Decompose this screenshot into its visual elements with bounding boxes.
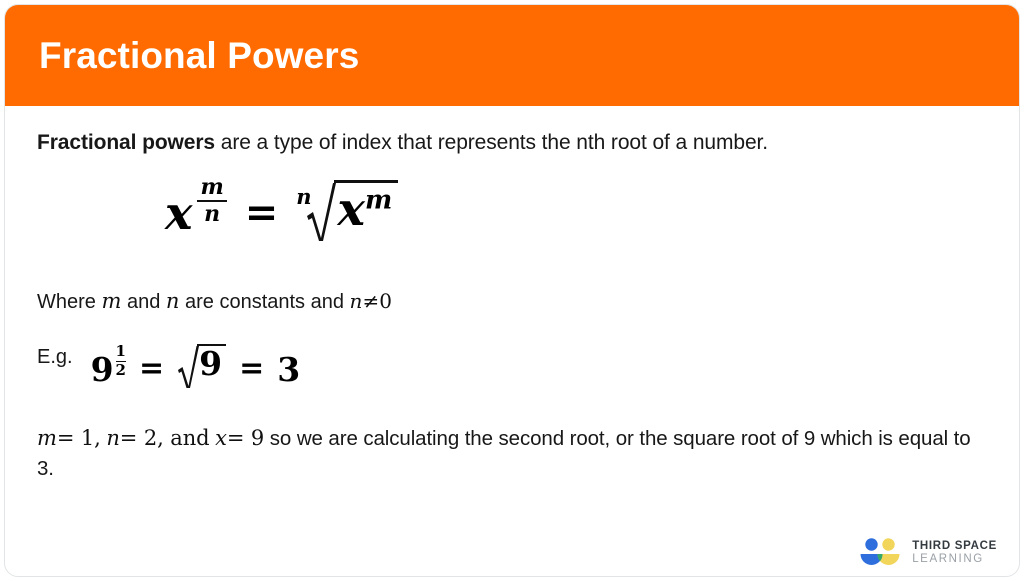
explain-m-value: = 1, xyxy=(56,426,101,451)
where-condition-value: 0 xyxy=(379,289,392,314)
nth-root-group: n xm xyxy=(296,179,399,247)
slide-body: Fractional powers are a type of index th… xyxy=(5,129,1019,576)
explain-var-n: n xyxy=(106,426,120,451)
square-root-sign-icon xyxy=(177,344,200,394)
example-exponent-denominator: 2 xyxy=(115,361,126,380)
logo-wordmark: THIRD SPACE LEARNING xyxy=(912,540,997,566)
example-equals-1: = xyxy=(138,351,165,387)
example-formula: 9 1 2 = 9 = 3 xyxy=(90,341,301,395)
formula-equals-sign: = xyxy=(244,189,279,237)
explain-n-value: = 2, and xyxy=(119,426,210,451)
example-result: 3 xyxy=(277,349,301,389)
where-var-n: n xyxy=(165,289,180,314)
page-title: Fractional Powers xyxy=(39,35,360,76)
root-index: n xyxy=(296,183,312,209)
formula-base: x xyxy=(165,186,193,241)
intro-bold-term: Fractional powers xyxy=(37,131,216,154)
where-prefix: Where xyxy=(37,291,96,314)
intro-rest-text: are a type of index that represents the … xyxy=(215,131,768,154)
example-line: E.g. 9 1 2 = 9 = 3 xyxy=(37,342,987,396)
radicand-exponent: m xyxy=(364,185,393,216)
formula-exponent-denominator: n xyxy=(204,201,221,228)
brand-logo: THIRD SPACE LEARNING xyxy=(857,537,997,569)
explain-var-m: m xyxy=(37,426,57,451)
where-line: Where m and n are constants and n≠0 xyxy=(37,287,987,316)
radicand-base: x xyxy=(337,181,365,236)
main-formula: x m n = n xm xyxy=(37,170,987,256)
explain-var-x: x xyxy=(215,426,227,451)
logo-line-2: LEARNING xyxy=(912,553,984,565)
slide-header: Fractional Powers xyxy=(5,5,1019,106)
formula-exponent-fraction: m n xyxy=(197,174,227,228)
formula-exponent-numerator: m xyxy=(200,174,224,201)
slide-card: Fractional Powers Fractional powers are … xyxy=(4,4,1020,577)
third-space-learning-mark-icon xyxy=(857,537,903,569)
radicand: xm xyxy=(333,179,399,236)
where-condition-symbol: ≠ xyxy=(362,289,380,314)
example-exponent-numerator: 1 xyxy=(115,341,126,360)
where-var-m: m xyxy=(101,289,122,314)
logo-line-1: THIRD SPACE xyxy=(912,540,997,553)
explanation-paragraph: m= 1, n= 2, and x= 9 so we are calculati… xyxy=(37,424,987,483)
example-radicand: 9 xyxy=(197,344,227,382)
example-equals-2: = xyxy=(239,351,265,387)
where-suffix: are constants and xyxy=(184,291,344,314)
explain-x-value: = 9 xyxy=(226,426,265,451)
where-condition-var: n xyxy=(349,289,363,314)
where-middle: and xyxy=(126,291,161,314)
square-root-group: 9 xyxy=(177,344,227,394)
example-base: 9 xyxy=(90,349,114,389)
intro-sentence: Fractional powers are a type of index th… xyxy=(37,129,987,156)
example-exponent-fraction: 1 2 xyxy=(115,341,126,380)
example-label: E.g. xyxy=(37,346,73,369)
